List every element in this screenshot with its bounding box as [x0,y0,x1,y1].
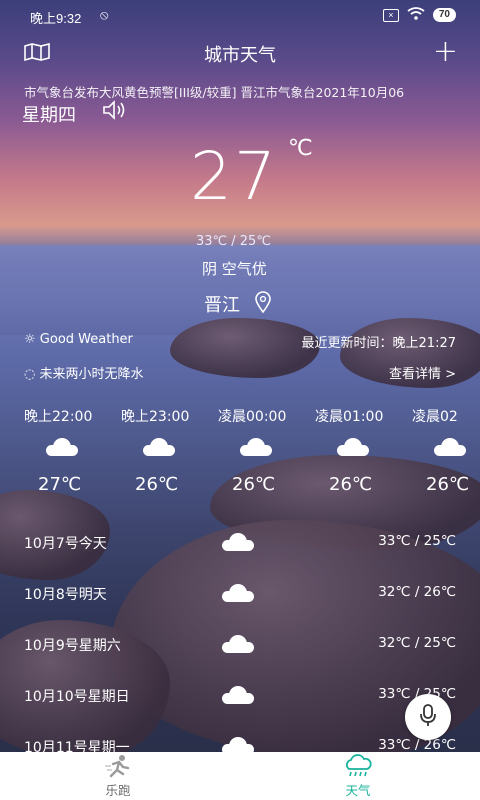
cloudy-icon [222,737,254,752]
hour-temp: 27℃ [38,474,82,495]
daily-forecast-row[interactable]: 10月7号今天 33℃ / 25℃ [24,533,456,553]
current-temperature: 27 [190,138,278,215]
rain-drop-icon: ◌ [24,367,36,382]
wifi-icon [407,7,425,23]
day-date: 10月8号明天 [24,587,107,603]
cloudy-icon [222,686,254,704]
tab-weather[interactable]: 天气 [298,752,418,800]
city-name[interactable]: 晋江 [204,291,240,317]
speaker-icon[interactable] [102,100,128,125]
cloudy-icon [222,533,254,551]
add-city-icon[interactable]: + [433,34,458,69]
rain-forecast-row: ◌ 未来两小时无降水 查看详情 > [24,363,456,382]
hour-time: 凌晨01:00 [315,409,384,425]
status-bar: 晚上9:32 ⦸ × 70 [0,0,480,32]
day-temps: 33℃ / 26℃ [378,737,456,752]
daily-forecast-row[interactable]: 10月9号星期六 32℃ / 25℃ [24,635,456,655]
cloudy-icon [143,438,175,456]
cloudy-icon [434,438,466,456]
day-date: 10月7号今天 [24,536,107,552]
rain-forecast-text: 未来两小时无降水 [39,367,144,382]
day-temps: 32℃ / 25℃ [378,635,456,651]
day-date: 10月10号星期日 [24,689,130,705]
cloudy-icon [337,438,369,456]
tab-running-label: 乐跑 [105,783,131,798]
weather-condition: 阴 空气优 [202,260,267,278]
battery-indicator: 70 [432,8,456,22]
hourly-times: 晚上22:00 晚上23:00 凌晨00:00 凌晨01:00 凌晨02 [24,406,480,426]
day-date: 10月11号星期一 [24,740,130,752]
cloudy-icon [240,438,272,456]
last-update-time: 最近更新时间：晚上21:27 [301,336,456,351]
hour-temp: 26℃ [135,474,179,495]
good-weather-row: ☼ Good Weather 最近更新时间：晚上21:27 [24,332,456,351]
sun-icon: ☼ [24,332,36,347]
location-pin-icon[interactable] [254,291,272,317]
cloudy-icon [222,635,254,653]
hour-time: 凌晨02 [412,409,458,425]
temperature-range: 33℃ / 25℃ [196,234,271,249]
page-title: 城市天气 [204,45,276,66]
tab-weather-label: 天气 [345,783,371,798]
hour-temp: 26℃ [426,474,470,495]
day-date: 10月9号星期六 [24,638,121,654]
cloudy-icon [222,584,254,602]
temperature-unit: ℃ [288,136,313,161]
cloudy-icon [46,438,78,456]
microphone-icon [419,703,437,731]
tab-running[interactable]: 乐跑 [58,752,178,800]
do-not-disturb-icon: ⦸ [100,7,109,22]
voice-button[interactable] [405,694,451,740]
hourly-icons [46,438,480,460]
runner-icon [103,754,133,782]
notification-icon: × [382,8,399,22]
daily-forecast-row[interactable]: 10月8号明天 32℃ / 26℃ [24,584,456,604]
app-header: 城市天气 + [0,34,480,69]
hour-time: 凌晨00:00 [218,409,287,425]
weekday-label: 星期四 [22,105,76,126]
alert-ticker[interactable]: 市气象台发布大风黄色预警[III级/较重] 晋江市气象台2021年10月06 [24,82,464,101]
weather-cloud-icon [343,754,373,782]
day-temps: 33℃ / 25℃ [378,533,456,549]
good-weather-label: Good Weather [39,332,133,347]
hour-temp: 26℃ [329,474,373,495]
day-temps: 32℃ / 26℃ [378,584,456,600]
hour-temp: 26℃ [232,474,276,495]
hour-time: 晚上23:00 [121,409,190,425]
daily-forecast-row[interactable]: 10月11号星期一 33℃ / 26℃ [24,737,456,752]
daily-forecast-row[interactable]: 10月10号星期日 33℃ / 25℃ [24,686,456,706]
view-details-link[interactable]: 查看详情 > [389,363,456,382]
bottom-tab-bar: 乐跑 天气 [0,752,480,800]
hourly-temperatures: 27℃ 26℃ 26℃ 26℃ 26℃ [38,474,480,495]
hour-time: 晚上22:00 [24,409,93,425]
status-time: 晚上9:32 [30,11,82,26]
